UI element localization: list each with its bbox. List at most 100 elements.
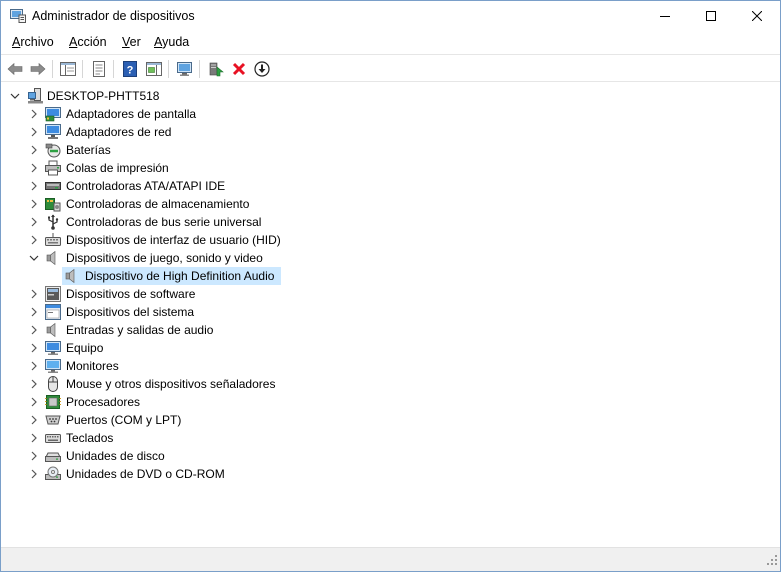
category-label: Teclados — [66, 431, 114, 445]
expand-chevron-icon[interactable] — [28, 432, 40, 444]
expand-chevron-icon[interactable] — [28, 414, 40, 426]
help-icon: ? — [123, 61, 137, 77]
resize-grip-icon[interactable] — [766, 554, 778, 569]
category-row[interactable]: Puertos (COM y LPT) — [1, 411, 780, 429]
action-pane-button[interactable] — [144, 59, 164, 79]
toolbar-separator — [199, 60, 200, 78]
expand-chevron-icon[interactable] — [28, 162, 40, 174]
device-row-selected[interactable]: Dispositivo de High Definition Audio — [1, 267, 780, 285]
category-label: Puertos (COM y LPT) — [66, 413, 182, 427]
category-label: Unidades de DVD o CD-ROM — [66, 467, 225, 481]
category-row-expanded[interactable]: Dispositivos de juego, sonido y video — [1, 249, 780, 267]
category-row[interactable]: Dispositivos de interfaz de usuario (HID… — [1, 231, 780, 249]
expand-chevron-icon[interactable] — [28, 396, 40, 408]
device-label: Dispositivo de High Definition Audio — [85, 269, 275, 283]
collapse-chevron-icon[interactable] — [28, 252, 40, 264]
category-label: Colas de impresión — [66, 161, 169, 175]
category-row[interactable]: Mouse y otros dispositivos señaladores — [1, 375, 780, 393]
download-arrow-icon — [254, 61, 270, 77]
expand-chevron-icon[interactable] — [28, 198, 40, 210]
category-row[interactable]: Dispositivos del sistema — [1, 303, 780, 321]
speaker-icon — [64, 268, 80, 284]
help-button[interactable]: ? — [120, 59, 140, 79]
category-label: Unidades de disco — [66, 449, 165, 463]
menu-archivo[interactable]: Archivo — [12, 35, 54, 49]
window-title: Administrador de dispositivos — [32, 9, 195, 23]
minimize-button[interactable] — [642, 1, 688, 31]
close-button[interactable] — [734, 1, 780, 31]
expand-chevron-icon[interactable] — [28, 180, 40, 192]
processor-icon — [45, 394, 61, 410]
category-row[interactable]: Baterías — [1, 141, 780, 159]
toolbar: ? — [1, 54, 780, 82]
device-tree[interactable]: DESKTOP-PHTT518 Adaptadores de pantalla … — [1, 83, 780, 546]
category-row[interactable]: Unidades de DVD o CD-ROM — [1, 465, 780, 483]
category-label: Dispositivos de interfaz de usuario (HID… — [66, 233, 281, 247]
scan-hardware-changes-button[interactable] — [175, 59, 195, 79]
collapse-chevron-icon[interactable] — [9, 90, 21, 102]
close-icon — [752, 11, 762, 21]
category-label: Dispositivos de software — [66, 287, 196, 301]
expand-chevron-icon[interactable] — [28, 342, 40, 354]
expand-chevron-icon[interactable] — [28, 378, 40, 390]
expand-chevron-icon[interactable] — [28, 360, 40, 372]
expand-chevron-icon[interactable] — [28, 216, 40, 228]
update-driver-button[interactable] — [206, 59, 226, 79]
back-button[interactable] — [5, 59, 25, 79]
hid-icon — [45, 232, 61, 248]
category-row[interactable]: Adaptadores de pantalla — [1, 105, 780, 123]
properties-icon — [93, 61, 105, 77]
expand-chevron-icon[interactable] — [28, 108, 40, 120]
menu-ver[interactable]: Ver — [122, 35, 141, 49]
system-device-icon — [45, 304, 61, 320]
expand-chevron-icon[interactable] — [28, 306, 40, 318]
title-bar[interactable]: Administrador de dispositivos — [1, 1, 780, 31]
speaker-icon — [45, 250, 61, 266]
menu-ayuda[interactable]: Ayuda — [154, 35, 189, 49]
console-tree-icon — [60, 62, 76, 76]
tree-root[interactable]: DESKTOP-PHTT518 — [1, 87, 780, 105]
expand-chevron-icon[interactable] — [28, 144, 40, 156]
category-row[interactable]: Monitores — [1, 357, 780, 375]
mouse-icon — [45, 376, 61, 392]
toolbar-separator — [52, 60, 53, 78]
expand-chevron-icon[interactable] — [28, 234, 40, 246]
category-row[interactable]: Teclados — [1, 429, 780, 447]
category-label: Adaptadores de red — [66, 125, 172, 139]
forward-button[interactable] — [28, 59, 48, 79]
menu-accion[interactable]: Acción — [69, 35, 107, 49]
category-row[interactable]: Controladoras de bus serie universal — [1, 213, 780, 231]
minimize-icon — [660, 16, 670, 17]
expand-chevron-icon[interactable] — [28, 126, 40, 138]
toolbar-separator — [82, 60, 83, 78]
forward-arrow-icon — [30, 62, 46, 76]
category-row[interactable]: Dispositivos de software — [1, 285, 780, 303]
expand-chevron-icon[interactable] — [28, 324, 40, 336]
properties-button[interactable] — [89, 59, 109, 79]
category-label: Controladoras ATA/ATAPI IDE — [66, 179, 226, 193]
disable-device-button[interactable] — [252, 59, 272, 79]
storage-controller-icon — [45, 196, 61, 212]
category-row[interactable]: Entradas y salidas de audio — [1, 321, 780, 339]
category-label: Monitores — [66, 359, 119, 373]
disk-drive-icon — [45, 448, 61, 464]
expand-chevron-icon[interactable] — [28, 450, 40, 462]
category-label: Controladoras de bus serie universal — [66, 215, 262, 229]
show-hide-console-tree-button[interactable] — [58, 59, 78, 79]
category-row[interactable]: Adaptadores de red — [1, 123, 780, 141]
device-manager-window: Administrador de dispositivos Archivo Ac… — [0, 0, 781, 572]
category-row[interactable]: Colas de impresión — [1, 159, 780, 177]
scan-hardware-icon — [177, 62, 192, 76]
expand-chevron-icon[interactable] — [28, 468, 40, 480]
expand-chevron-icon[interactable] — [28, 288, 40, 300]
uninstall-device-button[interactable] — [229, 59, 249, 79]
category-row[interactable]: Procesadores — [1, 393, 780, 411]
network-adapter-icon — [45, 124, 61, 140]
category-label: Mouse y otros dispositivos señaladores — [66, 377, 276, 391]
category-row[interactable]: Unidades de disco — [1, 447, 780, 465]
maximize-button[interactable] — [688, 1, 734, 31]
category-row[interactable]: Equipo — [1, 339, 780, 357]
category-row[interactable]: Controladoras de almacenamiento — [1, 195, 780, 213]
computer-icon — [45, 340, 61, 356]
category-row[interactable]: Controladoras ATA/ATAPI IDE — [1, 177, 780, 195]
